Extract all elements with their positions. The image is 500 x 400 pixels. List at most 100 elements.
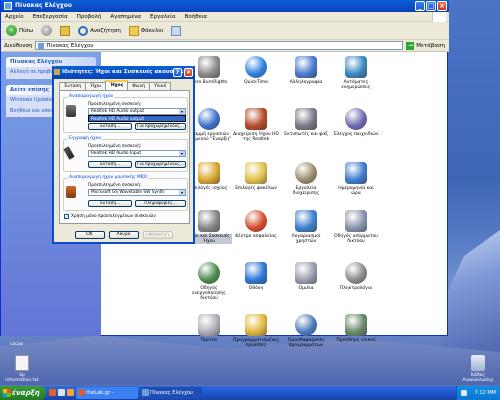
go-button[interactable]: → Μετάβαση bbox=[406, 41, 449, 50]
control-panel-item[interactable]: Εργαλεία διαχείρισης bbox=[283, 162, 329, 196]
midi-about-button[interactable]: Πληροφορίες... bbox=[135, 200, 186, 207]
control-panel-item-icon bbox=[198, 262, 220, 284]
control-panel-item[interactable]: Εκτυπωτές και φαξ bbox=[283, 108, 329, 137]
midi-volume-button[interactable]: Ένταση... bbox=[88, 200, 132, 207]
midi-device-select[interactable]: Microsoft GS Wavetable SW Synth ▾ bbox=[88, 189, 186, 196]
search-label: Αναζήτηση bbox=[90, 27, 121, 34]
menu-favorites[interactable]: Αγαπημένα bbox=[110, 12, 141, 21]
menu-view[interactable]: Προβολή bbox=[77, 12, 102, 21]
search-icon bbox=[78, 25, 89, 36]
control-panel-item-icon bbox=[198, 314, 220, 336]
control-panel-item[interactable]: Ποντίκι bbox=[186, 314, 232, 343]
desktop-icon-sp-information[interactable]: Sp information.txt bbox=[2, 355, 42, 383]
control-panel-item[interactable]: Λογαριασμοί χρηστών bbox=[283, 210, 329, 244]
control-panel-item-icon bbox=[345, 314, 367, 336]
control-panel-item[interactable]: QuickTime bbox=[233, 56, 279, 85]
menu-bar: Αρχείο Επεξεργασία Προβολή Αγαπημένα Εργ… bbox=[1, 12, 449, 22]
control-panel-item-icon bbox=[198, 210, 220, 232]
minimize-button[interactable]: _ bbox=[415, 1, 425, 11]
control-panel-item-icon bbox=[198, 162, 220, 184]
show-desktop-icon[interactable] bbox=[58, 389, 65, 396]
control-panel-item[interactable]: Αυτόματες ενημερώσεις bbox=[333, 56, 379, 90]
desktop-top-label: cacao bbox=[10, 342, 24, 347]
dialog-close-button[interactable]: × bbox=[184, 68, 193, 77]
task-button-control-panel[interactable]: Πίνακας Ελέγχου bbox=[140, 387, 202, 399]
window-titlebar[interactable]: Πίνακας Ελέγχου _ □ × bbox=[1, 0, 449, 12]
control-panel-item-label: Λογαριασμοί χρηστών bbox=[291, 234, 321, 244]
control-panel-item[interactable]: Κέντρο ασφαλείας bbox=[233, 210, 279, 239]
dialog-buttons: ΟΚ Άκυρο Εφαρμογή bbox=[54, 231, 193, 239]
address-field[interactable]: Πίνακας Ελέγχου bbox=[35, 41, 404, 50]
playback-dropdown-option[interactable]: Realtek HD Audio output bbox=[88, 115, 186, 122]
control-panel-item[interactable]: Οθόνη bbox=[233, 262, 279, 291]
firefox-icon[interactable] bbox=[49, 389, 56, 396]
control-panel-item[interactable]: Ημερομηνία και ώρα bbox=[333, 162, 379, 196]
control-panel-item[interactable]: Προσθήκη υλικού bbox=[333, 314, 379, 343]
task-button-thelab[interactable]: theLab.gr - Αντιστοιχ... bbox=[76, 387, 138, 399]
views-button[interactable] bbox=[169, 24, 183, 38]
volume-icon[interactable] bbox=[461, 390, 467, 396]
default-devices-only-checkbox[interactable]: ✓ Χρήση μόνο προεπιλεγμένων συσκευών bbox=[64, 214, 156, 219]
apply-button[interactable]: Εφαρμογή bbox=[142, 231, 173, 239]
control-panel-item-icon bbox=[245, 314, 267, 336]
control-panel-item[interactable]: Πληκτρολόγιο bbox=[333, 262, 379, 291]
recording-device-select[interactable]: Realtek HD Audio Input ▾ bbox=[88, 150, 186, 157]
cancel-button[interactable]: Άκυρο bbox=[108, 231, 139, 239]
control-panel-item[interactable]: Οδηγός ασύρματου δικτύου bbox=[333, 210, 379, 244]
control-panel-item-label: Προγραμματισμένες εργασίες bbox=[233, 338, 280, 348]
menu-help[interactable]: Βοήθεια bbox=[185, 12, 207, 21]
forward-button[interactable]: › bbox=[39, 24, 54, 38]
search-button[interactable]: Αναζήτηση bbox=[76, 24, 123, 38]
tab-volume[interactable]: Ένταση bbox=[59, 82, 87, 90]
control-panel-item-icon bbox=[198, 108, 220, 130]
recording-advanced-button[interactable]: Για προχωρημένους... bbox=[135, 161, 186, 168]
desktop-icon-label: Sp information.txt bbox=[5, 373, 39, 383]
playback-volume-button[interactable]: Ένταση... bbox=[88, 123, 132, 130]
folders-button[interactable]: Φάκελοι bbox=[127, 24, 166, 38]
up-folder-icon bbox=[60, 25, 71, 36]
control-panel-item-icon bbox=[295, 162, 317, 184]
control-panel-item-label: Εργαλεία διαχείρισης bbox=[292, 186, 320, 196]
control-panel-item[interactable]: Διαχείριση Ήχου HD της Realtek bbox=[233, 108, 279, 142]
desktop-icon-label: Κάδος Ανακύκλωσης bbox=[462, 373, 494, 383]
ok-button[interactable]: ΟΚ bbox=[74, 231, 105, 239]
control-panel-item[interactable]: Προγραμματισμένες εργασίες bbox=[233, 314, 279, 348]
desktop-wallpaper-hill bbox=[440, 230, 500, 360]
control-panel-item[interactable]: Αλληλογραφία bbox=[283, 56, 329, 85]
menu-tools[interactable]: Εργαλεία bbox=[150, 12, 176, 21]
start-button[interactable]: έναρξη bbox=[0, 386, 46, 400]
control-panel-item-label: Οδηγός ενεργοποίησης δικτύου bbox=[192, 286, 226, 301]
back-label: Πίσω bbox=[19, 27, 34, 34]
control-panel-item[interactable]: Έλεγχος παιχνιδιών bbox=[333, 108, 379, 137]
control-panel-item[interactable]: Οδηγός ενεργοποίησης δικτύου bbox=[186, 262, 232, 301]
help-button[interactable]: ? bbox=[173, 68, 182, 77]
recording-volume-button[interactable]: Ένταση... bbox=[88, 161, 132, 168]
dialog-tabs: Ένταση Ήχοι Ήχος Φωνή Υλικό bbox=[59, 80, 172, 90]
tab-voice[interactable]: Φωνή bbox=[127, 82, 150, 90]
tab-audio[interactable]: Ήχος bbox=[105, 80, 129, 90]
control-panel-item[interactable]: Ομιλία bbox=[283, 262, 329, 291]
task-label: Πίνακας Ελέγχου bbox=[150, 390, 193, 396]
window-title: Πίνακας Ελέγχου bbox=[15, 2, 72, 9]
dialog-titlebar[interactable]: Ιδιότητες: Ήχοι και Συσκευές ακουστικής … bbox=[52, 66, 195, 79]
playback-group-title: Αναπαραγωγή ήχου bbox=[68, 94, 115, 99]
control-panel-item-label: Εκτυπωτές και φαξ bbox=[284, 132, 328, 137]
playback-advanced-button[interactable]: Για προχωρημένους... bbox=[135, 123, 186, 130]
back-button[interactable]: ‹ Πίσω bbox=[4, 24, 35, 38]
tab-hardware[interactable]: Υλικό bbox=[148, 82, 172, 90]
taskbar: έναρξη theLab.gr - Αντιστοιχ... Πίνακας … bbox=[0, 386, 500, 400]
quick-launch bbox=[49, 389, 74, 396]
desktop-icon-recycle-bin[interactable]: Κάδος Ανακύκλωσης bbox=[458, 355, 498, 383]
control-panel-item-icon bbox=[245, 56, 267, 78]
close-button[interactable]: × bbox=[437, 1, 447, 11]
tab-sounds[interactable]: Ήχοι bbox=[85, 82, 107, 90]
control-panel-item[interactable]: Προσθαφαίρεση προγραμμάτων bbox=[283, 314, 329, 348]
menu-edit[interactable]: Επεξεργασία bbox=[33, 12, 68, 21]
maximize-button[interactable]: □ bbox=[426, 1, 436, 11]
control-panel-item[interactable]: Επιλογές φακέλων bbox=[233, 162, 279, 191]
playback-device-select[interactable]: Realtek HD Audio output ▾ bbox=[88, 108, 186, 115]
media-player-icon[interactable] bbox=[67, 389, 74, 396]
midi-group-title: Αναπαραγωγή ήχου μουσικής MIDI bbox=[68, 175, 148, 180]
menu-file[interactable]: Αρχείο bbox=[5, 12, 24, 21]
up-button[interactable] bbox=[58, 24, 72, 38]
